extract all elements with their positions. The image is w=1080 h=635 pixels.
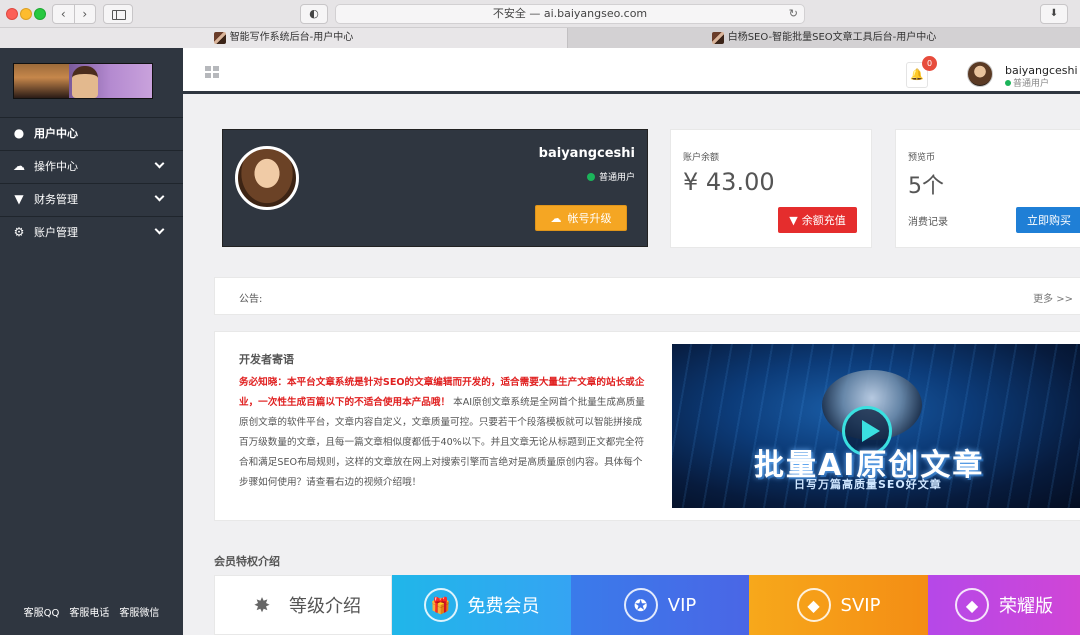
developer-text: 务必知晓：本平台文章系统是针对SEO的文章编辑而开发的，适合需要大量生产文章的站… — [239, 373, 649, 493]
sidebar-item-label: 财务管理 — [34, 193, 78, 206]
favicon-icon — [711, 32, 724, 44]
back-button[interactable]: ‹ — [53, 5, 75, 23]
gift-icon: 🎁 — [423, 588, 458, 622]
header-role: 普通用户 — [1005, 76, 1049, 89]
buy-now-button[interactable]: 立即购买 — [1016, 207, 1080, 233]
grid-menu-icon[interactable] — [205, 66, 219, 78]
history-nav: ‹ › — [52, 4, 96, 24]
balance-label: 账户余额 — [683, 153, 720, 163]
membership-title: 会员特权介绍 — [214, 555, 280, 568]
forward-button[interactable]: › — [75, 5, 96, 23]
browser-tab-2[interactable]: 白杨SEO-智能批量SEO文章工具后台-用户中心 — [568, 28, 1080, 48]
support-links: 客服QQ 客服电话 客服微信 — [0, 604, 183, 619]
tier-label: 免费会员 — [467, 596, 540, 617]
tier-vip[interactable]: ✪ VIP — [571, 575, 749, 635]
developer-message-card: 开发者寄语 务必知晓：本平台文章系统是针对SEO的文章编辑而开发的，适合需要大量… — [214, 331, 1080, 521]
logo-portrait — [72, 66, 98, 98]
sidebar-item-label: 账户管理 — [34, 226, 78, 239]
browser-tab-1[interactable]: 智能写作系统后台-用户中心 — [0, 28, 568, 48]
medal-icon: ✪ — [623, 588, 658, 622]
tab-label: 智能写作系统后台-用户中心 — [229, 32, 354, 43]
role-label: 普通用户 — [1013, 79, 1050, 89]
sidebar-toggle-icon[interactable] — [103, 4, 133, 24]
sidebar-item-operations[interactable]: ☁ 操作中心 — [0, 150, 183, 182]
tier-level-intro[interactable]: ✸ 等级介绍 — [214, 575, 392, 635]
address-text: 不安全 — ai.baiyangseo.com — [492, 7, 648, 20]
role-label: 普通用户 — [598, 173, 635, 183]
minimize-window-button[interactable] — [20, 8, 32, 20]
tier-label: 等级介绍 — [289, 596, 361, 617]
button-label: 余额充值 — [801, 214, 846, 227]
cloud-icon: ☁ — [13, 159, 25, 173]
video-subtitle: 日写万篇高质量SEO好文章 — [794, 478, 942, 491]
consumption-records-link[interactable]: 消费记录 — [908, 213, 948, 228]
tier-label: SVIP — [840, 594, 881, 616]
privacy-shield-icon[interactable]: ◐ — [300, 4, 328, 24]
profile-card: baiyangceshi 普通用户 ☁ 帐号升级 — [222, 129, 648, 247]
address-bar[interactable]: 不安全 — ai.baiyangseo.com ↻ — [335, 4, 805, 24]
tier-label: 荣耀版 — [999, 596, 1053, 617]
sidebar-item-finance[interactable]: ▼ 财务管理 — [0, 183, 183, 215]
star-icon: ✸ — [253, 593, 271, 617]
balance-value: ¥ 43.00 — [683, 168, 775, 196]
top-header: 🔔 0 baiyangceshi 普通用户 — [183, 48, 1080, 94]
intro-video[interactable]: 批量AI原创文章 日写万篇高质量SEO好文章 — [672, 344, 1080, 508]
tab-label: 白杨SEO-智能批量SEO文章工具后台-用户中心 — [727, 32, 937, 43]
profile-role: 普通用户 — [586, 170, 635, 183]
balance-card: 账户余额 ¥ 43.00 ▼ 余额充值 — [670, 129, 872, 248]
notice-label: 公告: — [239, 294, 263, 305]
diamond-icon: ◆ — [796, 588, 831, 622]
site-logo[interactable] — [13, 63, 153, 99]
button-label: 帐号升级 — [567, 212, 612, 225]
avatar[interactable] — [967, 61, 993, 87]
download-icon[interactable]: ⬇ — [1040, 4, 1068, 24]
support-phone-link[interactable]: 客服电话 — [69, 604, 109, 619]
notice-bar: 公告: 更多 >> — [214, 277, 1080, 315]
chevron-down-icon — [154, 224, 165, 235]
cloud-upload-icon: ☁ — [550, 211, 562, 225]
cart-icon: ▼ — [14, 192, 24, 206]
coin-label: 预览币 — [908, 153, 936, 163]
gears-icon: ⚙ — [13, 225, 25, 239]
status-dot-icon — [1005, 79, 1011, 86]
tier-free-member[interactable]: 🎁 免费会员 — [392, 575, 571, 635]
upgrade-account-button[interactable]: ☁ 帐号升级 — [535, 205, 627, 231]
developer-title: 开发者寄语 — [239, 353, 294, 366]
support-qq-link[interactable]: 客服QQ — [24, 604, 60, 619]
avatar — [235, 146, 299, 210]
cart-icon: ▼ — [789, 213, 798, 227]
user-icon: ● — [13, 126, 25, 140]
favicon-icon — [213, 32, 226, 44]
notification-badge: 0 — [922, 56, 937, 71]
developer-body: 本AI原创文章系统是全网首个批量生成高质量原创文章的软件平台，文章内容自定义，文… — [239, 397, 645, 488]
browser-titlebar: ‹ › ◐ 不安全 — ai.baiyangseo.com ↻ ⬇ — [0, 0, 1080, 28]
tier-honor[interactable]: ◆ 荣耀版 — [928, 575, 1080, 635]
tier-label: VIP — [667, 594, 697, 616]
sidebar-item-account[interactable]: ⚙ 账户管理 — [0, 216, 183, 248]
chevron-down-icon — [154, 191, 165, 202]
reload-icon[interactable]: ↻ — [789, 5, 798, 23]
sidebar-item-user-center[interactable]: ● 用户中心 — [0, 117, 183, 149]
status-dot-icon — [586, 172, 595, 181]
sidebar-item-label: 操作中心 — [34, 160, 78, 173]
support-wechat-link[interactable]: 客服微信 — [119, 604, 159, 619]
zoom-window-button[interactable] — [34, 8, 46, 20]
preview-coin-card: 预览币 5个 消费记录 立即购买 — [895, 129, 1080, 248]
tier-svip[interactable]: ◆ SVIP — [749, 575, 928, 635]
tab-bar: 智能写作系统后台-用户中心 白杨SEO-智能批量SEO文章工具后台-用户中心 — [0, 28, 1080, 48]
close-window-button[interactable] — [6, 8, 18, 20]
profile-username: baiyangceshi — [538, 146, 635, 161]
recharge-button[interactable]: ▼ 余额充值 — [778, 207, 857, 233]
notice-more-link[interactable]: 更多 >> — [1033, 290, 1073, 305]
sidebar-item-label: 用户中心 — [34, 127, 78, 140]
chevron-down-icon — [154, 158, 165, 169]
coin-value: 5个 — [908, 174, 944, 199]
sidebar: ● 用户中心 ☁ 操作中心 ▼ 财务管理 ⚙ 账户管理 客服QQ 客服电话 客服… — [0, 48, 183, 635]
diamond-icon: ◆ — [955, 588, 989, 622]
